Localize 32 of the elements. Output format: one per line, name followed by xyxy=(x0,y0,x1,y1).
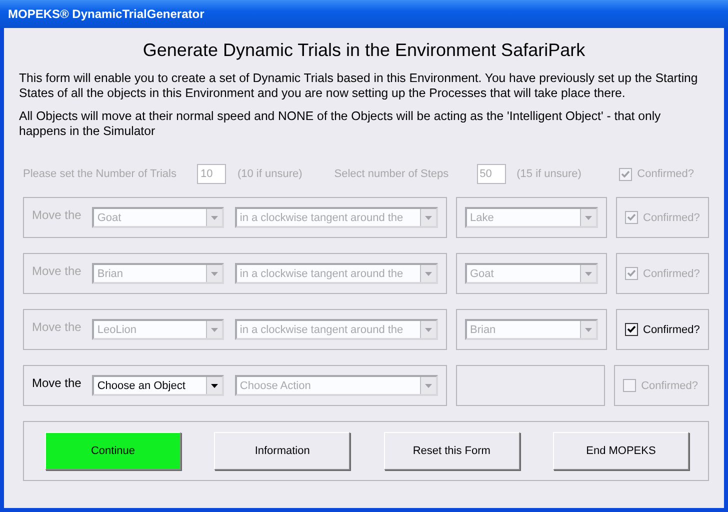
caret-icon xyxy=(580,265,596,282)
caret-icon xyxy=(420,265,436,282)
steps-label: Select number of Steps xyxy=(334,168,449,180)
checkmark-icon xyxy=(627,269,636,278)
checkmark-icon xyxy=(627,213,636,222)
form-heading: Generate Dynamic Trials in the Environment SafariPark xyxy=(142,40,586,61)
caret-icon xyxy=(206,377,222,394)
move-label: Move the xyxy=(32,264,82,278)
caret-icon xyxy=(206,209,222,226)
description-text: All Objects will move at their normal speed and NONE of the Objects will be acting as the 'Intelligent Object' - that only happens in the Simulator xyxy=(19,109,662,139)
move-label: Move the xyxy=(32,376,82,390)
caret-icon xyxy=(206,265,222,282)
move-label: Move the xyxy=(32,208,82,222)
checkmark-icon xyxy=(627,325,636,334)
caret-icon xyxy=(580,209,596,226)
window-title: MOPEKS® DynamicTrialGenerator xyxy=(8,7,204,21)
caret-icon xyxy=(206,321,222,338)
continue-button[interactable]: Continue xyxy=(45,432,181,470)
form-button[interactable]: End MOPEKS xyxy=(552,432,689,470)
caret-icon xyxy=(420,209,436,226)
caret-icon xyxy=(580,321,596,338)
dropdown[interactable]: Choose an Object xyxy=(92,375,224,396)
trials-hint: (10 if unsure) xyxy=(237,168,302,180)
trials-label: Please set the Number of Trials xyxy=(23,168,176,180)
checkmark-icon xyxy=(621,170,630,178)
description-text: This form will enable you to create a set of Dynamic Trials based in this Environment. You have previously set up the Starting States of all the objects in this Environment and you are now setting up the Processes that will take place there. xyxy=(19,71,699,101)
steps-hint: (15 if unsure) xyxy=(516,168,582,180)
caret-icon xyxy=(420,377,436,394)
move-label: Move the xyxy=(32,320,82,334)
caret-icon xyxy=(420,321,436,338)
form-button[interactable]: Reset this Form xyxy=(384,432,520,470)
form-button[interactable]: Information xyxy=(214,432,350,470)
